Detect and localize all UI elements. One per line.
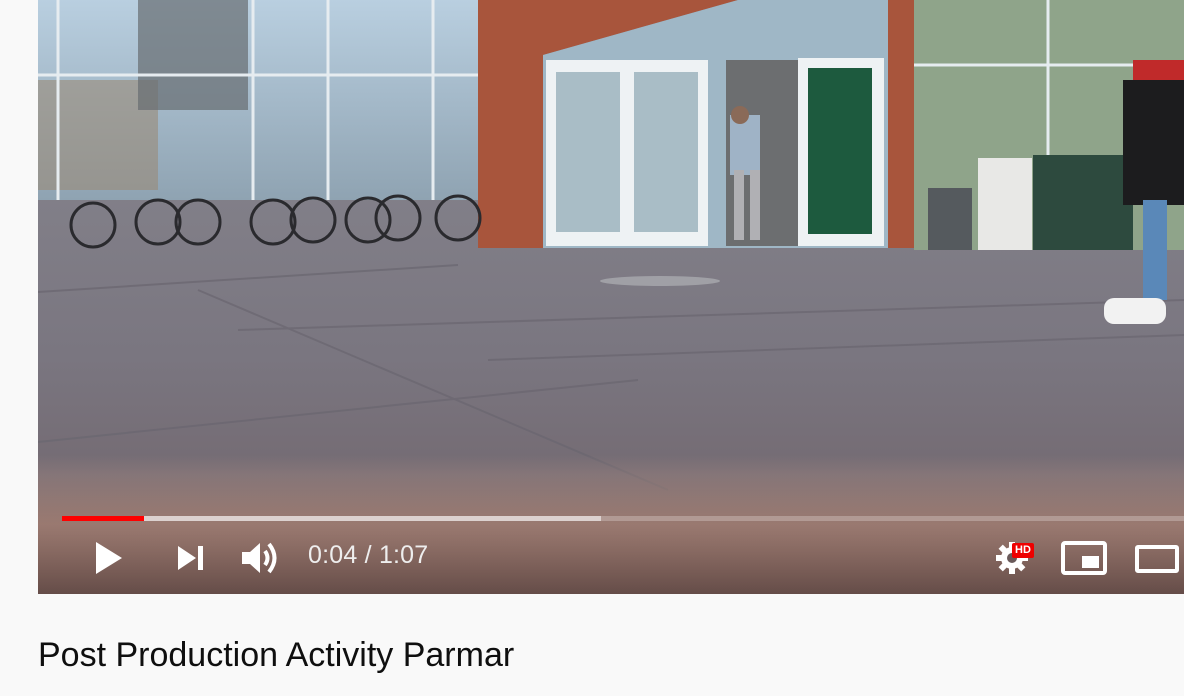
duration: 1:07 — [378, 541, 429, 569]
current-time: 0:04 — [308, 541, 358, 569]
theater-mode-icon — [1135, 545, 1179, 573]
skip-next-icon — [178, 546, 203, 570]
progress-bar[interactable] — [62, 516, 1184, 521]
time-display: 0:04 / 1:07 — [308, 541, 428, 570]
play-button[interactable] — [90, 540, 126, 576]
next-button[interactable] — [174, 541, 208, 575]
progress-played — [62, 516, 144, 521]
play-icon — [96, 542, 122, 574]
volume-icon — [242, 542, 277, 574]
hd-badge: HD — [1012, 543, 1034, 558]
miniplayer-icon — [1061, 541, 1107, 575]
volume-button[interactable] — [240, 538, 282, 578]
video-player[interactable]: 0:04 / 1:07 HD — [38, 0, 1184, 594]
miniplayer-button[interactable] — [1060, 540, 1108, 576]
theater-button[interactable] — [1134, 543, 1180, 575]
controls-gradient — [38, 474, 1184, 594]
video-title: Post Production Activity Parmar — [38, 636, 515, 674]
time-separator: / — [364, 541, 372, 569]
